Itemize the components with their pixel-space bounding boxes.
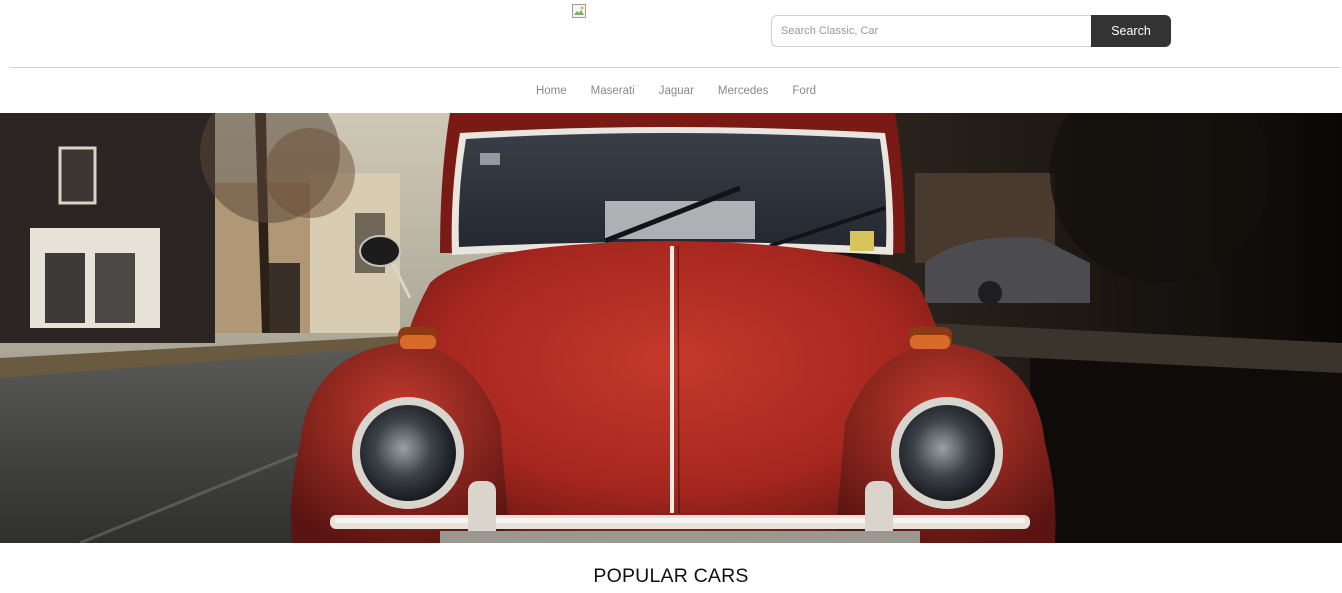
logo-link[interactable]: [572, 4, 586, 18]
hero-banner: [0, 113, 1342, 543]
hero-image: [0, 113, 1342, 543]
nav-link-home[interactable]: Home: [524, 85, 579, 97]
main-nav: Home Maserati Jaguar Mercedes Ford: [0, 68, 1342, 113]
nav-item-maserati: Maserati: [579, 85, 647, 97]
nav-link-ford[interactable]: Ford: [780, 85, 828, 97]
nav-item-home: Home: [524, 85, 579, 97]
nav-item-mercedes: Mercedes: [706, 85, 781, 97]
section-title-popular-cars: POPULAR CARS: [593, 565, 749, 587]
nav-link-jaguar[interactable]: Jaguar: [647, 85, 706, 97]
search-input[interactable]: [771, 15, 1091, 47]
broken-image-icon: [572, 4, 586, 18]
nav-list: Home Maserati Jaguar Mercedes Ford: [514, 85, 828, 97]
search-button[interactable]: Search: [1091, 15, 1171, 47]
search-form: Search: [771, 15, 1171, 47]
nav-item-ford: Ford: [780, 85, 828, 97]
nav-link-mercedes[interactable]: Mercedes: [706, 85, 781, 97]
site-header: Search: [0, 0, 1342, 68]
nav-link-maserati[interactable]: Maserati: [579, 85, 647, 97]
nav-item-jaguar: Jaguar: [647, 85, 706, 97]
